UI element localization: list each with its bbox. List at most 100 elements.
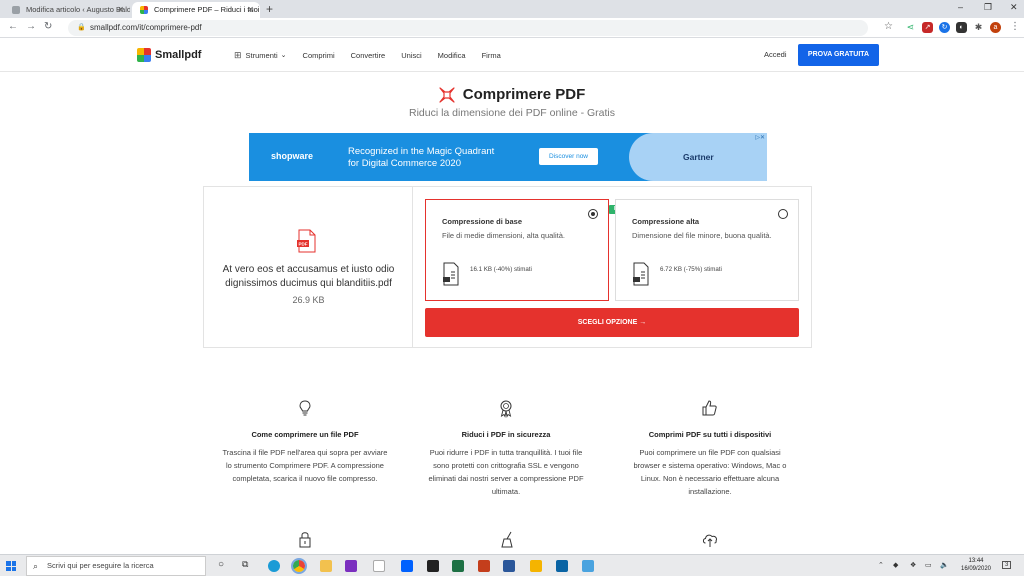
clock-time: 13:44 xyxy=(968,558,984,564)
tab-title: Modifica articolo ‹ Augusto Baldi... xyxy=(26,5,130,14)
edge-browser-icon[interactable] xyxy=(268,560,280,572)
powerpoint-icon[interactable] xyxy=(478,560,490,572)
pdf-extension-icon[interactable]: ↗ xyxy=(922,22,933,33)
minimize-button[interactable]: – xyxy=(958,2,963,12)
option-estimate: 16.1 KB (-40%) stimati xyxy=(470,266,532,273)
tab-comprimere-pdf[interactable]: Comprimere PDF – Riduci i tuoi f... ✕ xyxy=(132,2,260,18)
ad-brand: shopware xyxy=(271,151,314,161)
word-icon[interactable] xyxy=(503,560,515,572)
option-estimate: 6.72 KB (-75%) stimati xyxy=(660,266,722,273)
profile-avatar[interactable]: a xyxy=(990,22,1001,33)
feature-how-to-compress: Come comprimere un file PDF Trascina il … xyxy=(220,398,390,485)
new-tab-button[interactable]: + xyxy=(266,2,273,16)
dropbox-tray-icon[interactable]: ❖ xyxy=(910,561,916,569)
chrome-browser-icon[interactable] xyxy=(291,558,307,574)
page-heading: Comprimere PDF xyxy=(0,86,1024,108)
feature-title: Come comprimere un file PDF xyxy=(251,430,359,439)
cortana-circle-icon[interactable]: ○ xyxy=(218,559,224,570)
tray-app-icon[interactable]: ◆ xyxy=(893,561,898,569)
radio-basic-selected[interactable] xyxy=(588,209,598,219)
option-high-compression[interactable]: Compressione alta Dimensione del file mi… xyxy=(615,199,799,301)
radio-high-unselected[interactable] xyxy=(778,209,788,219)
feature-title: Riduci i PDF in sicurezza xyxy=(461,430,551,439)
nav-tools-dropdown[interactable]: ⊞ Strumenti ⌄ xyxy=(234,50,287,61)
windows-taskbar: ⌕ Scrivi qui per eseguire la ricerca ○ ⧉… xyxy=(0,554,1024,576)
option-description: Dimensione del file minore, buona qualit… xyxy=(632,231,772,240)
store-icon[interactable] xyxy=(373,560,385,572)
compression-panel: PDF At vero eos et accusamus et iusto od… xyxy=(203,186,812,348)
volume-icon[interactable]: 🔈 xyxy=(940,561,949,569)
smallpdf-logo[interactable]: Smallpdf xyxy=(137,47,201,63)
excel-icon[interactable] xyxy=(452,560,464,572)
clock-date: 16/09/2020 xyxy=(960,566,992,572)
address-bar-row: ← → ↻ 🔒 smallpdf.com/it/comprimere-pdf ☆… xyxy=(0,18,1024,38)
extension-icon[interactable]: ↻ xyxy=(939,22,950,33)
site-header: Smallpdf ⊞ Strumenti ⌄ Comprimi Converti… xyxy=(0,38,1024,72)
battery-icon[interactable]: ▭ xyxy=(925,561,932,569)
nav-item-comprimi[interactable]: Comprimi xyxy=(303,51,335,60)
feature-title: Comprimi PDF su tutti i dispositivi xyxy=(648,430,772,439)
pdf-document-icon xyxy=(443,262,459,286)
login-link[interactable]: Accedi xyxy=(764,50,787,59)
grid-icon: ⊞ xyxy=(234,49,242,60)
share-extension-icon[interactable]: ⋖ xyxy=(905,22,916,33)
tray-chevron-up-icon[interactable]: ⌃ xyxy=(878,561,884,569)
file-size: 26.9 KB xyxy=(292,295,325,305)
ad-close-icon[interactable]: ▷✕ xyxy=(755,134,765,141)
extension-icon[interactable]: ◐ xyxy=(956,22,967,33)
photos-icon[interactable] xyxy=(582,560,594,572)
file-name: At vero eos et accusamus et iusto odio d… xyxy=(222,264,395,289)
feature-all-devices: Comprimi PDF su tutti i dispositivi Puoi… xyxy=(625,398,795,498)
notification-center-icon[interactable]: 3 xyxy=(1002,561,1012,569)
search-icon: ⌕ xyxy=(33,561,39,571)
reload-icon[interactable]: ↻ xyxy=(44,21,52,32)
mail-icon[interactable] xyxy=(556,560,568,572)
task-view-icon[interactable]: ⧉ xyxy=(242,559,248,570)
app-icon[interactable] xyxy=(427,560,439,572)
feature-text: Puoi ridurre i PDF in tutta tranquillità… xyxy=(428,448,584,496)
feature-text: Trascina il file PDF nell'area qui sopra… xyxy=(222,448,388,483)
free-trial-button[interactable]: PROVA GRATUITA xyxy=(798,44,879,66)
forward-arrow-icon[interactable]: → xyxy=(26,21,36,32)
wordpress-favicon-icon xyxy=(12,6,20,14)
option-title: Compressione alta xyxy=(632,217,700,226)
nav-item-convertire[interactable]: Convertire xyxy=(351,51,386,60)
onenote-icon[interactable] xyxy=(345,560,357,572)
lightbulb-icon xyxy=(299,400,311,416)
nav-item-firma[interactable]: Firma xyxy=(482,51,501,60)
windows-start-icon[interactable] xyxy=(6,561,16,571)
sticky-notes-icon[interactable] xyxy=(530,560,542,572)
file-explorer-icon[interactable] xyxy=(320,560,332,572)
option-basic-compression[interactable]: Compressione di base File di medie dimen… xyxy=(425,199,609,301)
padlock-icon xyxy=(299,532,311,548)
close-tab-icon[interactable]: ✕ xyxy=(247,2,254,18)
nav-item-unisci[interactable]: Unisci xyxy=(401,51,421,60)
file-preview: PDF At vero eos et accusamus et iusto od… xyxy=(204,187,413,347)
maximize-button[interactable]: ❐ xyxy=(984,2,992,13)
chevron-down-icon: ⌄ xyxy=(280,52,287,59)
tab-modifica-articolo[interactable]: Modifica articolo ‹ Augusto Baldi... ✕ xyxy=(4,2,130,18)
page-title: Comprimere PDF xyxy=(462,86,586,103)
menu-kebab-icon[interactable]: ⋮ xyxy=(1010,21,1020,32)
ad-discover-button[interactable]: Discover now xyxy=(539,148,598,165)
option-description: File di medie dimensioni, alta qualità. xyxy=(442,231,565,240)
dropbox-icon[interactable] xyxy=(401,560,413,572)
close-tab-icon[interactable]: ✕ xyxy=(117,2,124,18)
pdf-icon-label: PDF xyxy=(299,242,308,247)
nav-tools-label: Strumenti xyxy=(245,50,278,60)
bookmark-star-icon[interactable]: ☆ xyxy=(884,21,893,32)
taskbar-search-input[interactable]: ⌕ Scrivi qui per eseguire la ricerca xyxy=(26,556,206,576)
back-arrow-icon[interactable]: ← xyxy=(8,21,18,32)
choose-option-button[interactable]: SCEGLI OPZIONE → xyxy=(425,308,799,337)
smallpdf-favicon-icon xyxy=(140,6,148,14)
puzzle-extensions-icon[interactable]: ✱ xyxy=(973,22,984,33)
close-window-button[interactable]: ✕ xyxy=(1010,2,1018,13)
feature-security: Riduci i PDF in sicurezza Puoi ridurre i… xyxy=(421,398,591,498)
system-clock[interactable]: 13:44 16/09/2020 xyxy=(958,557,994,573)
url-field[interactable]: 🔒 smallpdf.com/it/comprimere-pdf xyxy=(68,20,868,36)
ad-banner[interactable]: shopware Recognized in the Magic Quadran… xyxy=(249,133,767,181)
nav-item-modifica[interactable]: Modifica xyxy=(438,51,466,60)
pdf-document-icon xyxy=(633,262,649,286)
tab-title: Comprimere PDF – Riduci i tuoi f... xyxy=(154,5,260,14)
award-ribbon-icon xyxy=(500,400,512,418)
